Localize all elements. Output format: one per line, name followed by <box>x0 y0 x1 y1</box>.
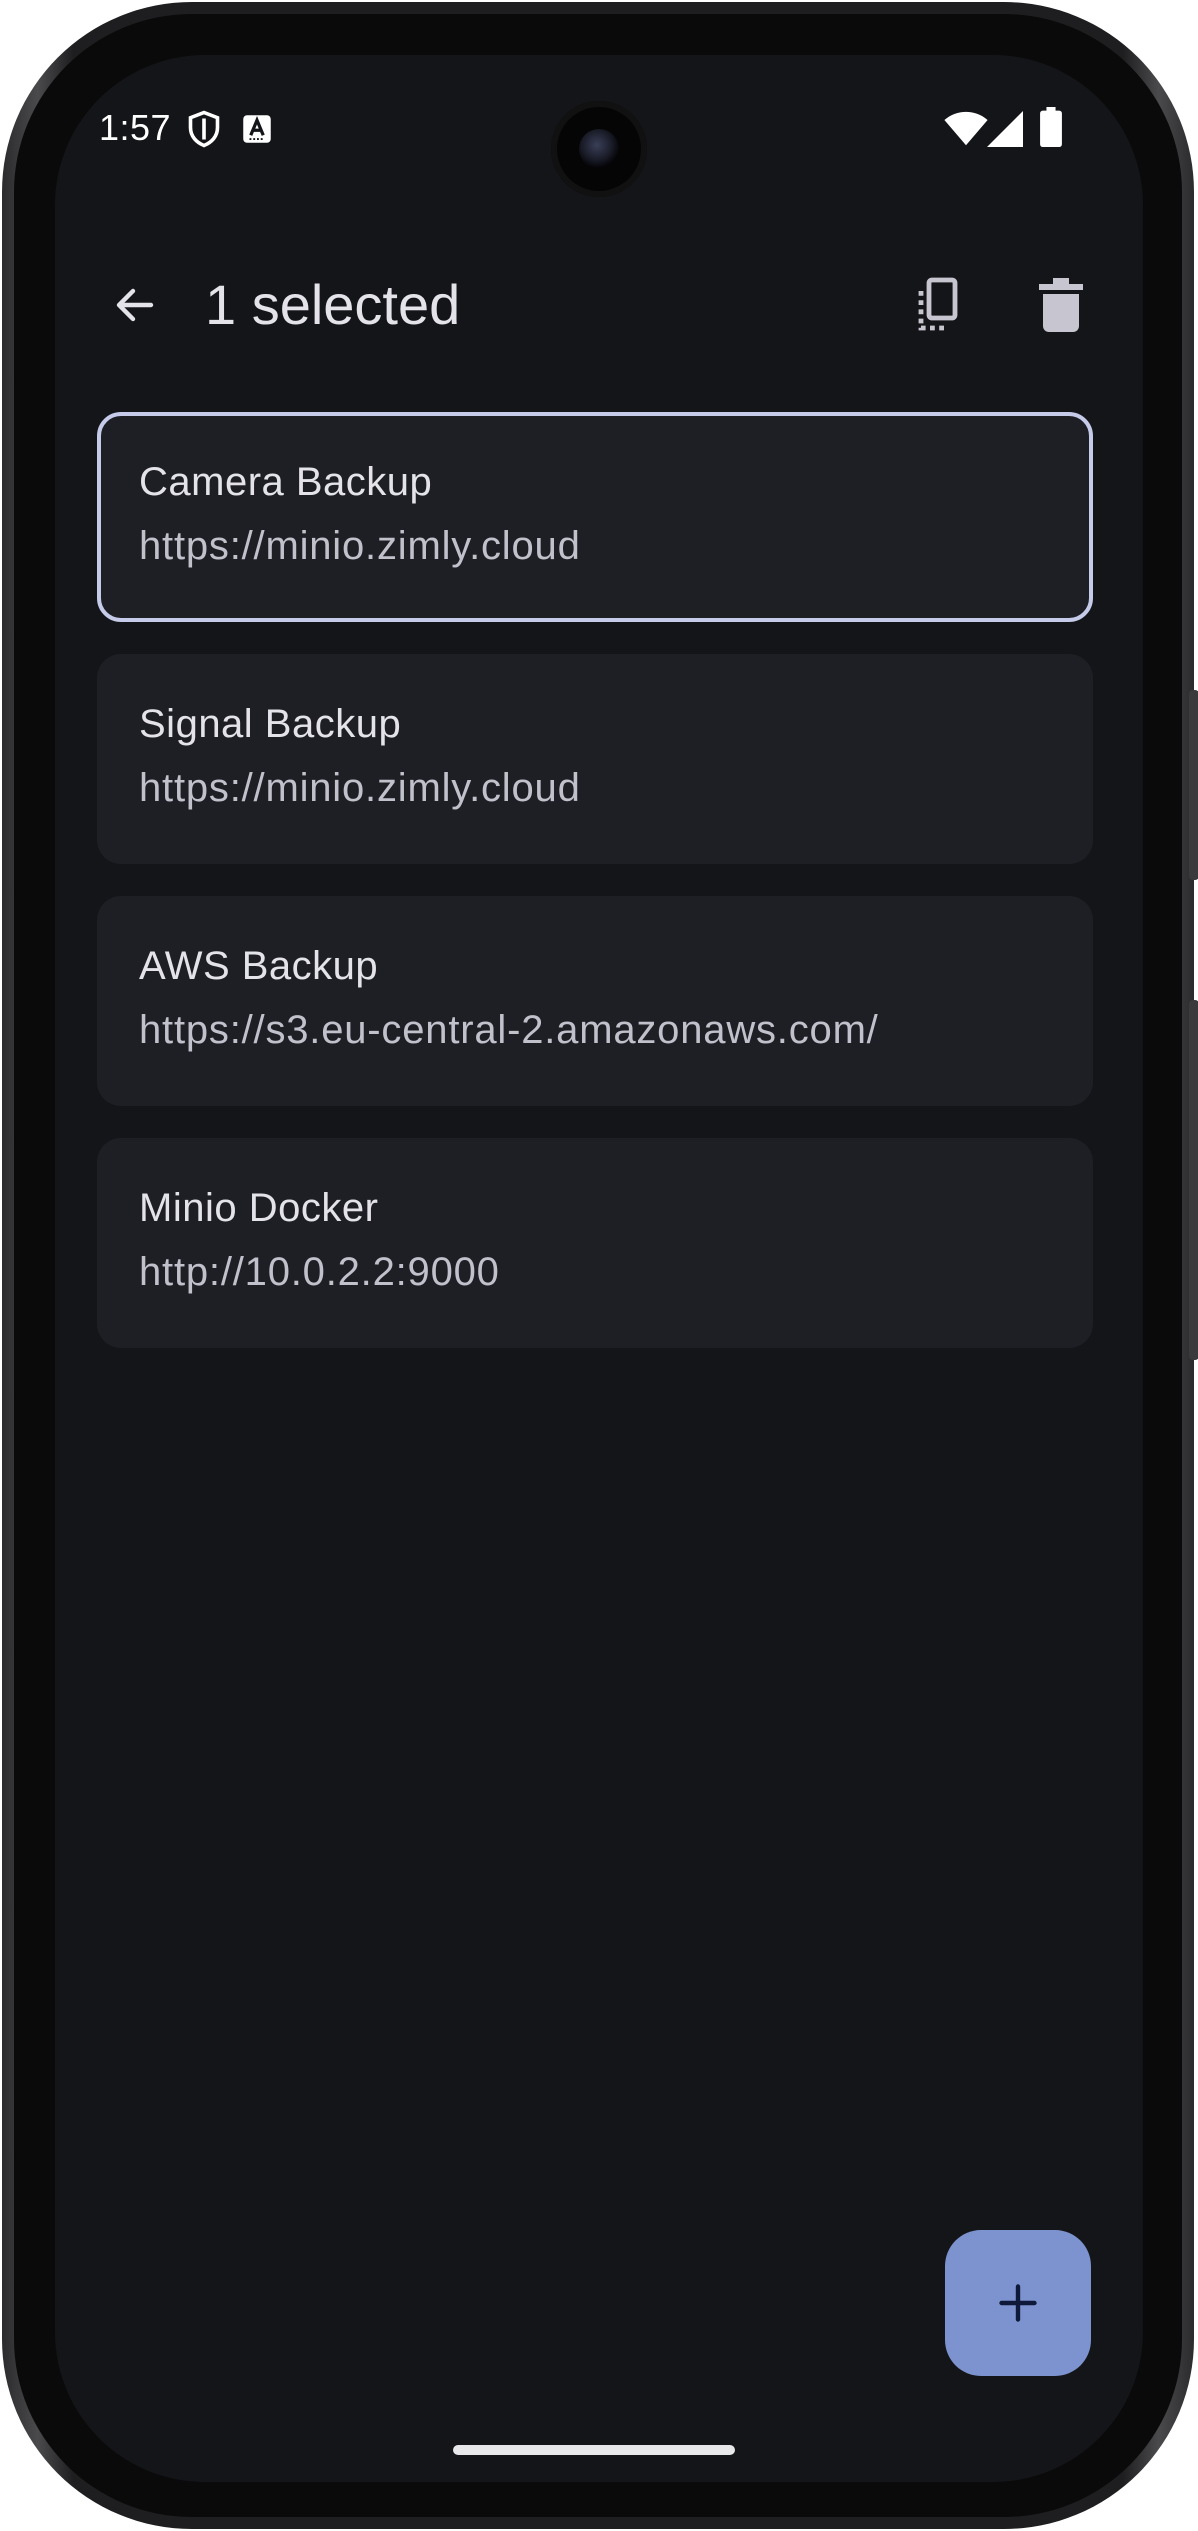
connection-name: Camera Backup <box>139 460 433 504</box>
list-item[interactable]: Signal Backup https://minio.zimly.cloud <box>97 654 1093 864</box>
connection-name: AWS Backup <box>139 944 379 988</box>
connection-name: Signal Backup <box>139 702 402 746</box>
list-item[interactable]: AWS Backup https://s3.eu-central-2.amazo… <box>97 896 1093 1106</box>
delete-button[interactable] <box>1021 265 1101 345</box>
keyboard-a-icon <box>243 115 271 143</box>
connection-url: https://s3.eu-central-2.amazonaws.com/ <box>139 1008 879 1052</box>
connection-name: Minio Docker <box>139 1186 379 1230</box>
list-item[interactable]: Minio Docker http://10.0.2.2:9000 <box>97 1138 1093 1348</box>
phone-device: 1:57 1 selected Camera Backup https://mi… <box>0 0 1198 2531</box>
connection-url: http://10.0.2.2:9000 <box>139 1250 500 1294</box>
connection-list: Camera Backup https://minio.zimly.cloud … <box>97 412 1093 1380</box>
top-app-bar: 1 selected <box>55 235 1143 375</box>
plus-icon <box>999 2284 1037 2322</box>
add-connection-button[interactable] <box>945 2230 1091 2376</box>
camera-lens <box>579 129 619 169</box>
delete-icon <box>1039 278 1083 332</box>
back-button[interactable] <box>95 265 175 345</box>
battery-icon <box>1040 107 1062 147</box>
status-bar: 1:57 <box>55 55 1143 205</box>
list-item[interactable]: Camera Backup https://minio.zimly.cloud <box>97 412 1093 622</box>
screen: 1:57 1 selected Camera Backup https://mi… <box>55 55 1143 2482</box>
wifi-icon <box>944 111 988 146</box>
copy-button[interactable] <box>895 265 975 345</box>
shield-icon <box>188 110 220 148</box>
page-title: 1 selected <box>205 273 461 336</box>
front-camera <box>551 101 647 197</box>
connection-url: https://minio.zimly.cloud <box>139 766 581 810</box>
home-indicator[interactable] <box>453 2445 735 2455</box>
connection-url: https://minio.zimly.cloud <box>139 524 581 568</box>
power-button <box>1189 1000 1198 1360</box>
volume-button <box>1189 690 1198 880</box>
arrow-back-icon <box>116 288 154 322</box>
status-time: 1:57 <box>99 107 172 148</box>
copy-icon <box>918 277 958 331</box>
signal-icon <box>987 111 1023 147</box>
